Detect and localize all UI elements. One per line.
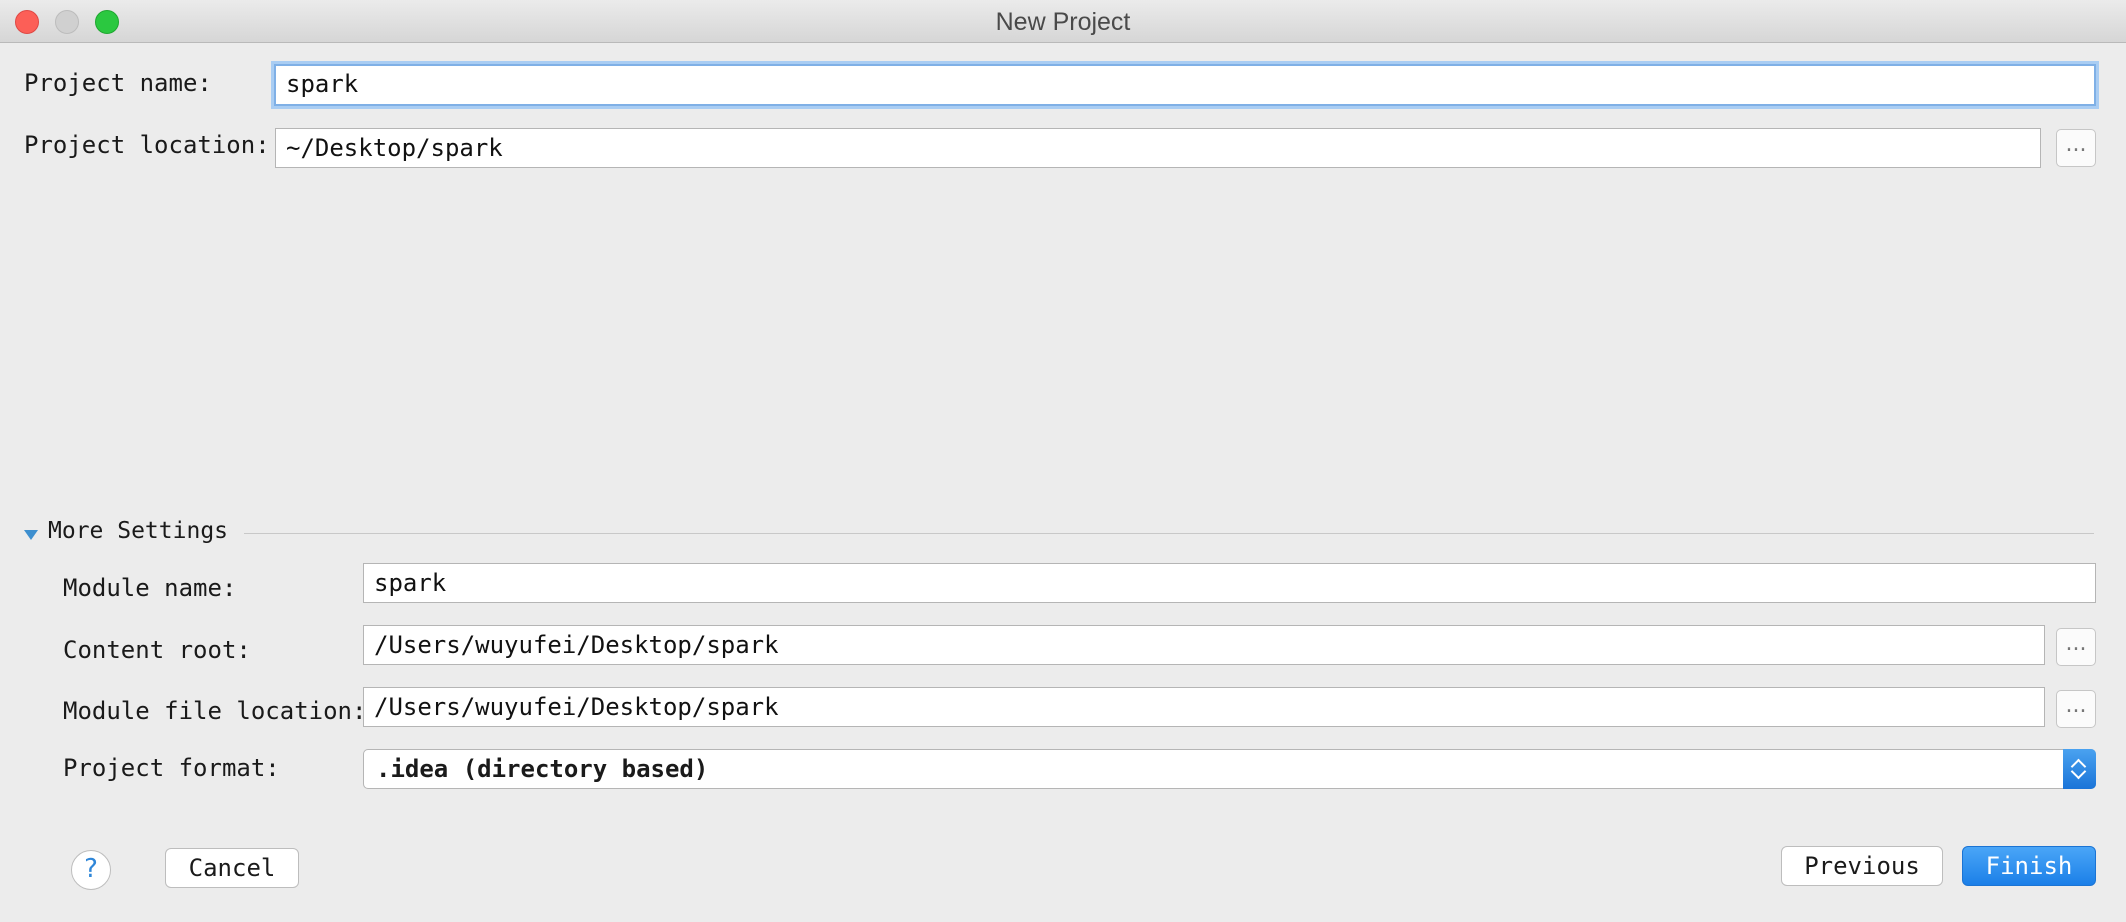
select-arrows-icon (2063, 749, 2096, 789)
project-location-browse-button[interactable]: ... (2056, 129, 2096, 167)
cancel-button[interactable]: Cancel (165, 848, 299, 888)
project-name-label: Project name: (24, 69, 212, 97)
help-button[interactable]: ? (71, 850, 111, 890)
module-file-location-label: Module file location: (63, 697, 367, 725)
finish-button[interactable]: Finish (1962, 846, 2096, 886)
content-root-label: Content root: (63, 636, 251, 664)
project-format-label: Project format: (63, 754, 280, 782)
more-settings-label: More Settings (48, 518, 229, 544)
project-location-input[interactable]: ~/Desktop/spark (275, 128, 2041, 168)
project-format-value: .idea (directory based) (376, 755, 709, 783)
content-root-browse-button[interactable]: ... (2056, 628, 2096, 666)
window-title: New Project (995, 8, 1131, 36)
new-project-window: New Project Project name: spark Project … (0, 0, 2126, 922)
project-format-select[interactable]: .idea (directory based) (363, 749, 2096, 789)
module-file-location-browse-button[interactable]: ... (2056, 690, 2096, 728)
project-name-input[interactable]: spark (274, 64, 2096, 106)
module-name-label: Module name: (63, 574, 237, 602)
disclosure-triangle-icon (24, 530, 38, 540)
content-root-input[interactable]: /Users/wuyufei/Desktop/spark (363, 625, 2045, 665)
module-name-input[interactable]: spark (363, 563, 2096, 603)
module-file-location-input[interactable]: /Users/wuyufei/Desktop/spark (363, 687, 2045, 727)
title-bar: New Project (0, 0, 2126, 43)
project-location-label: Project location: (24, 131, 270, 159)
section-divider (244, 533, 2094, 534)
previous-button[interactable]: Previous (1781, 846, 1943, 886)
